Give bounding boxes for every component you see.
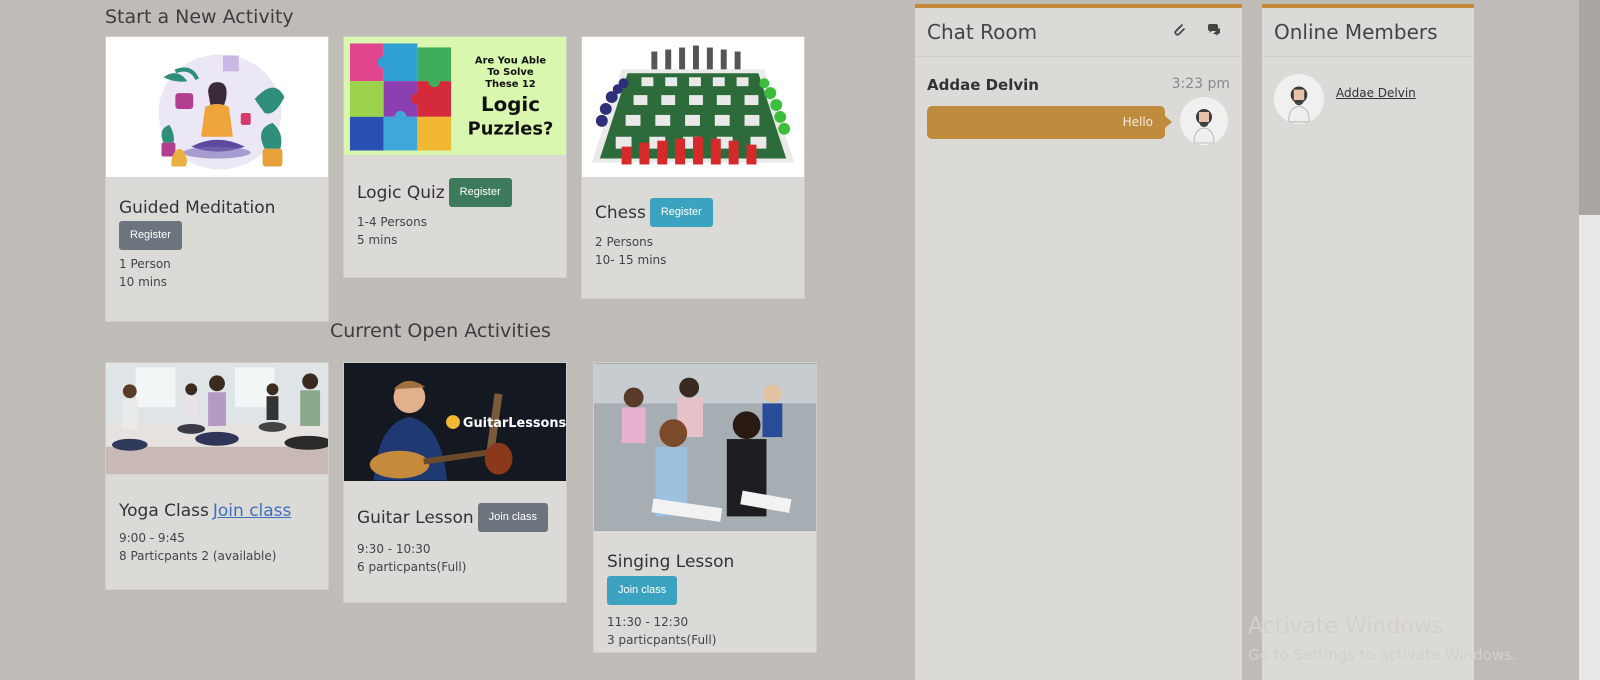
message-bubble: Hello	[927, 106, 1172, 139]
card-time: 11:30 - 12:30	[607, 615, 689, 629]
card-duration: 10- 15 mins	[595, 253, 667, 267]
join-class-button[interactable]: Join class	[607, 576, 678, 605]
online-members-title: Online Members	[1274, 20, 1438, 44]
join-class-button[interactable]: Join class	[477, 503, 548, 532]
card-duration: 10 mins	[119, 275, 167, 289]
meditation-image	[106, 37, 328, 177]
chess-image	[582, 37, 804, 177]
card-title: Logic Quiz	[357, 182, 445, 203]
card-time: 9:00 - 9:45	[119, 531, 185, 545]
open-card-yoga: Yoga Class Join class 9:00 - 9:45 8 Part…	[105, 362, 329, 590]
message-text: Hello	[1122, 115, 1153, 129]
card-time: 9:30 - 10:30	[357, 542, 431, 556]
online-members-panel: Online Members Addae Delvin	[1262, 4, 1474, 680]
message-sender: Addae Delvin	[927, 76, 1039, 94]
avatar	[1180, 97, 1228, 145]
card-persons: 2 Persons	[595, 235, 654, 249]
chat-room-title: Chat Room	[927, 20, 1038, 44]
card-participants: 6 particpants(Full)	[357, 560, 467, 574]
online-members-header: Online Members	[1262, 8, 1474, 57]
open-card-singing: Singing Lesson Join class 11:30 - 12:30 …	[593, 362, 817, 653]
activity-card-chess: Chess Register 2 Persons 10- 15 mins	[581, 36, 805, 299]
card-participants: 3 particpants(Full)	[607, 633, 717, 647]
card-title: Yoga Class	[119, 501, 209, 521]
comments-icon[interactable]	[1206, 22, 1222, 38]
card-title: Singing Lesson	[607, 552, 735, 572]
guitar-image: GuitarLessons	[344, 363, 566, 481]
card-persons: 1 Person	[119, 257, 171, 271]
join-class-link[interactable]: Join class	[213, 501, 292, 521]
activity-card-logic-quiz: Are You Able To Solve These 12 Logic Puz…	[343, 36, 567, 278]
register-button[interactable]: Register	[649, 198, 713, 227]
puzzle-text-line3: These 12	[485, 79, 535, 90]
card-title: Guitar Lesson	[357, 507, 474, 528]
register-button[interactable]: Register	[448, 178, 512, 207]
paperclip-icon[interactable]	[1171, 22, 1187, 38]
card-title: Chess	[595, 202, 646, 223]
open-activities-heading: Current Open Activities	[330, 320, 551, 342]
singing-image	[594, 363, 816, 531]
logic-quiz-image: Are You Able To Solve These 12 Logic Puz…	[344, 37, 566, 155]
new-activity-heading: Start a New Activity	[105, 6, 294, 28]
open-card-guitar: GuitarLessons Guitar Lesson Join class 9…	[343, 362, 567, 603]
puzzle-text-line1: Are You Able	[475, 55, 546, 66]
card-duration: 5 mins	[357, 233, 398, 247]
card-participants: 8 Particpants 2 (available)	[119, 549, 277, 563]
avatar	[1274, 74, 1324, 124]
puzzle-text-line2: To Solve	[487, 67, 533, 78]
card-persons: 1-4 Persons	[357, 215, 427, 229]
scrollbar-thumb[interactable]	[1579, 0, 1600, 215]
guitar-lessons-logo-text: GuitarLessons	[463, 416, 566, 431]
puzzle-text-line4: Logic	[481, 93, 540, 116]
member-name-link[interactable]: Addae Delvin	[1336, 86, 1416, 100]
puzzle-text-line5: Puzzles?	[468, 119, 554, 140]
activate-windows-title: Activate Windows	[1248, 614, 1444, 639]
chat-room-header: Chat Room	[915, 8, 1242, 57]
activity-card-meditation: Guided Meditation Register 1 Person 10 m…	[105, 36, 329, 322]
card-title: Guided Meditation	[119, 198, 276, 218]
chat-room-panel: Chat Room Addae Delvin 3:23 pm Hello	[915, 4, 1242, 680]
yoga-image	[106, 363, 328, 475]
activate-windows-subtitle: Go to Settings to activate Windows.	[1248, 646, 1517, 664]
register-button[interactable]: Register	[119, 221, 182, 250]
message-time: 3:23 pm	[1171, 76, 1230, 92]
